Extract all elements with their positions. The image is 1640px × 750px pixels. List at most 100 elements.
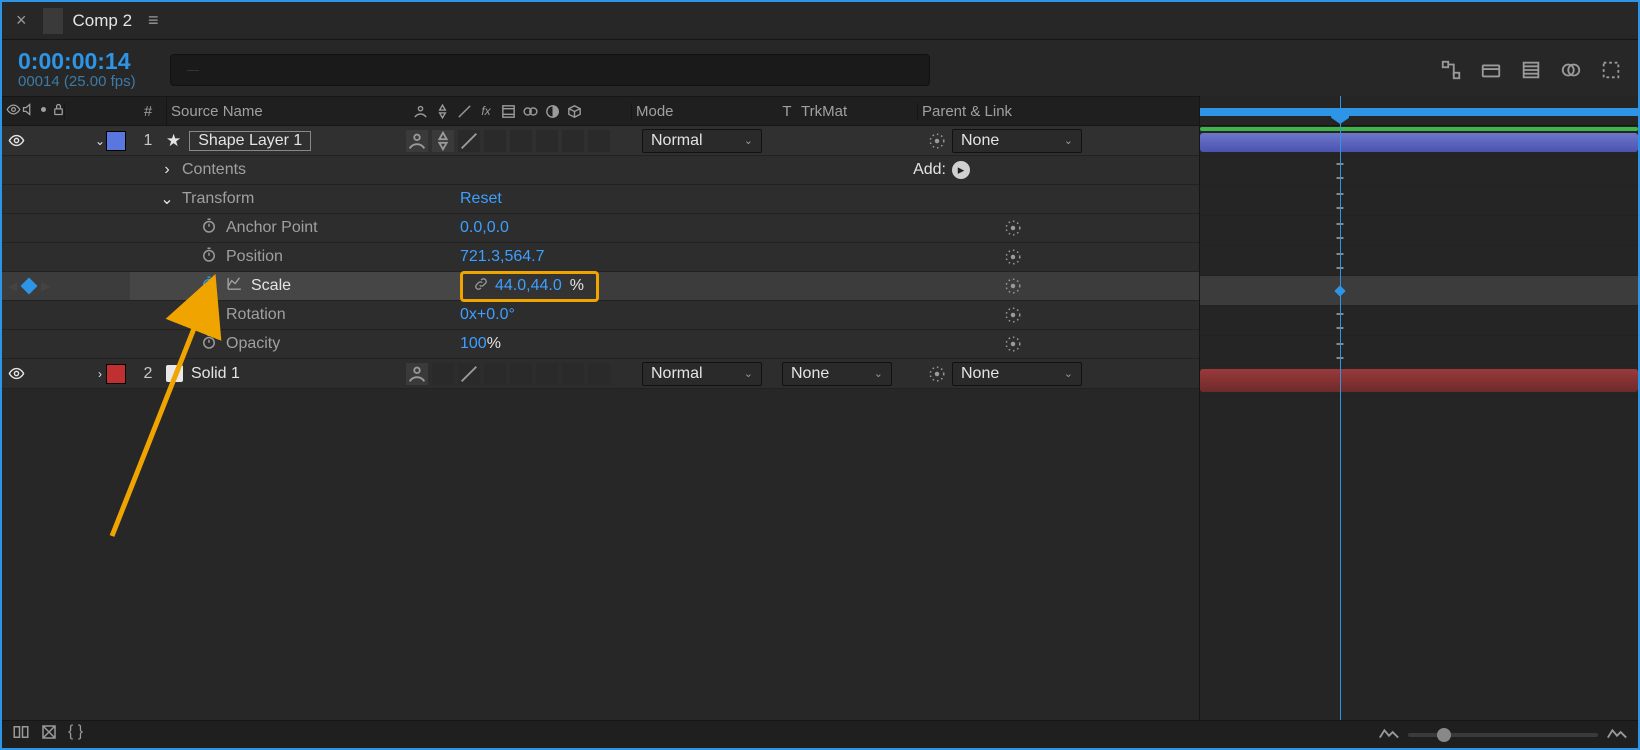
stopwatch-icon[interactable] [200, 217, 218, 240]
label-color-swatch[interactable] [106, 364, 126, 384]
prop-value[interactable]: 721.3,564.7 [460, 248, 545, 266]
prev-keyframe-icon[interactable]: ◀ [8, 279, 17, 293]
twirl-down-icon[interactable]: ⌄ [94, 134, 106, 148]
trkmat-header[interactable]: TrkMat [797, 103, 917, 120]
toggle-switches-icon[interactable] [12, 723, 30, 746]
prop-value[interactable]: 100 [460, 335, 487, 353]
toggle-brackets-icon[interactable]: { } [68, 723, 83, 746]
work-area-bar[interactable] [1200, 108, 1638, 116]
motion-blur-icon[interactable] [1600, 59, 1622, 81]
stopwatch-icon[interactable] [200, 333, 218, 356]
zoom-out-icon[interactable] [1378, 725, 1400, 745]
chevron-right-icon[interactable]: › [94, 367, 106, 381]
pickwhip-icon[interactable] [928, 132, 946, 150]
prop-opacity[interactable]: Opacity 100% [2, 330, 1199, 359]
render-queue-icon[interactable] [1480, 59, 1502, 81]
collapse-icon [433, 103, 451, 120]
draft-3d-icon[interactable] [1520, 59, 1542, 81]
motion-blur-switch-icon [521, 103, 539, 120]
eye-icon [6, 102, 21, 121]
layer-outline: # Source Name fx Mode T TrkMat Parent & … [2, 96, 1200, 720]
zoom-in-icon[interactable] [1606, 725, 1628, 745]
preserve-transparency-header: T [777, 103, 797, 120]
group-contents[interactable]: › Contents Add: ▸ [2, 156, 1199, 185]
current-time-indicator[interactable] [1340, 96, 1341, 720]
time-ruler[interactable]: :00s01s [1200, 96, 1638, 126]
frame-blend-switch-icon [499, 103, 517, 120]
layer-bar-shape[interactable] [1200, 133, 1638, 152]
constrain-proportions-icon[interactable] [473, 276, 489, 297]
stopwatch-icon[interactable] [200, 304, 218, 327]
current-time-display[interactable]: 0:00:00:14 00014 (25.00 fps) [18, 49, 158, 91]
next-keyframe-icon[interactable]: ▶ [41, 279, 50, 293]
blend-mode-select[interactable]: Normal⌄ [642, 362, 762, 386]
source-name-header[interactable]: Source Name [167, 103, 407, 120]
quality-switch[interactable] [458, 130, 480, 152]
pickwhip-icon[interactable] [1004, 277, 1022, 295]
timeline-zoom-slider[interactable] [1378, 725, 1628, 745]
parent-header[interactable]: Parent & Link [917, 103, 1179, 120]
group-label: Contents [182, 161, 246, 179]
stopwatch-icon[interactable] [200, 246, 218, 269]
mode-header[interactable]: Mode [631, 103, 777, 120]
prop-rotation[interactable]: Rotation 0x +0.0° [2, 301, 1199, 330]
pickwhip-icon[interactable] [1004, 248, 1022, 266]
visibility-toggle[interactable] [8, 132, 25, 149]
prop-scale[interactable]: ◀ ▶ Scale 44.0,44.0% [2, 272, 1199, 301]
layer-row-shape-layer-1[interactable]: ⌄ 1 ★ Shape Layer 1 Normal⌄ [2, 126, 1199, 156]
quality-switch[interactable] [458, 363, 480, 385]
keyframe-navigator[interactable]: ◀ ▶ [8, 279, 50, 293]
parent-select[interactable]: None⌄ [952, 129, 1082, 153]
prop-value-prefix[interactable]: 0x [460, 306, 477, 324]
label-color-swatch[interactable] [106, 131, 126, 151]
speaker-icon [21, 102, 36, 121]
visibility-toggle[interactable] [8, 365, 25, 382]
pickwhip-icon[interactable] [1004, 306, 1022, 324]
layer-name: Solid 1 [191, 365, 240, 383]
prop-value[interactable]: 44.0,44.0 [495, 277, 562, 295]
trkmat-select[interactable]: None⌄ [782, 362, 892, 386]
shy-switch[interactable] [406, 363, 428, 385]
graph-editor-icon[interactable] [226, 275, 243, 297]
chevron-right-icon[interactable]: › [160, 161, 174, 179]
pickwhip-icon[interactable] [1004, 335, 1022, 353]
prop-value[interactable]: +0.0 [477, 306, 509, 324]
reset-link[interactable]: Reset [460, 190, 502, 208]
frame-fps: 00014 (25.00 fps) [18, 74, 158, 91]
layer-row-solid-1[interactable]: › 2 Solid 1 Normal⌄ [2, 359, 1199, 389]
shy-icon [411, 103, 429, 120]
group-transform[interactable]: ⌄ Transform Reset [2, 185, 1199, 214]
add-button[interactable]: ▸ [952, 161, 970, 179]
prop-position[interactable]: Position 721.3,564.7 [2, 243, 1199, 272]
prop-anchor-point[interactable]: Anchor Point 0.0,0.0 [2, 214, 1199, 243]
toggle-modes-icon[interactable] [40, 723, 58, 746]
pickwhip-icon[interactable] [928, 365, 946, 383]
panel-menu-icon[interactable]: ≡ [148, 10, 159, 31]
scale-value-highlight: 44.0,44.0% [460, 271, 599, 302]
comp-flowchart-icon[interactable] [1440, 59, 1462, 81]
layer-name[interactable]: Shape Layer 1 [189, 131, 311, 151]
layer-index: 2 [130, 365, 166, 383]
blend-mode-select[interactable]: Normal⌄ [642, 129, 762, 153]
av-features-header [2, 102, 64, 121]
prop-value[interactable]: 0.0,0.0 [460, 219, 509, 237]
prop-label: Scale [251, 277, 291, 295]
collapse-switch[interactable] [432, 130, 454, 152]
timecode[interactable]: 0:00:00:14 [18, 49, 158, 74]
layer-bar-solid[interactable] [1200, 369, 1638, 392]
shy-switch[interactable] [406, 130, 428, 152]
stopwatch-icon[interactable] [200, 275, 218, 298]
keyframe-diamond-icon[interactable] [21, 278, 38, 295]
comp-tab-title[interactable]: Comp 2 [73, 11, 133, 31]
frame-blend-icon[interactable] [1560, 59, 1582, 81]
timeline-search-input[interactable] [170, 54, 930, 86]
tab-type-icon [43, 8, 63, 34]
close-panel-button[interactable]: × [10, 8, 33, 33]
pickwhip-icon[interactable] [1004, 219, 1022, 237]
solo-dot-icon [36, 102, 51, 121]
switches-header: fx [407, 103, 631, 120]
timeline-panel[interactable]: :00s01s [1200, 96, 1638, 720]
parent-select[interactable]: None⌄ [952, 362, 1082, 386]
layer-index: 1 [130, 132, 166, 150]
chevron-down-icon[interactable]: ⌄ [160, 189, 174, 209]
